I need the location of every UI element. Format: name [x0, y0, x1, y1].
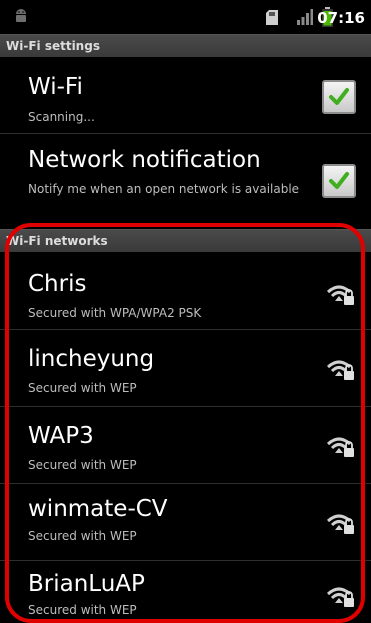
wifi-summary: Scanning...	[28, 110, 95, 124]
wifi-lock-icon	[326, 285, 354, 305]
network-item[interactable]: BrianLuAP Secured with WEP	[0, 561, 371, 616]
checkmark-icon	[329, 88, 349, 105]
network-ssid: BrianLuAP	[28, 571, 145, 597]
network-notification-title: Network notification	[28, 147, 261, 173]
section-header-wifi-networks: Wi-Fi networks	[0, 229, 371, 252]
network-security: Secured with WEP	[28, 458, 137, 472]
network-ssid: lincheyung	[28, 346, 155, 372]
network-notification-row[interactable]: Network notification Notify me when an o…	[0, 134, 371, 227]
network-item[interactable]: winmate-CV Secured with WEP	[0, 484, 371, 560]
network-security: Secured with WPA/WPA2 PSK	[28, 306, 202, 320]
network-security: Secured with WEP	[28, 381, 137, 395]
network-security: Secured with WEP	[28, 603, 137, 616]
wifi-lock-icon	[326, 360, 354, 380]
status-bar: 07:16	[0, 0, 371, 34]
wifi-lock-icon	[326, 514, 354, 534]
signal-icon	[297, 9, 313, 29]
network-notification-checkbox[interactable]	[322, 164, 356, 198]
network-ssid: WAP3	[28, 423, 94, 449]
network-notification-summary: Notify me when an open network is availa…	[28, 182, 300, 196]
network-item[interactable]: Chris Secured with WPA/WPA2 PSK	[0, 253, 371, 329]
network-ssid: winmate-CV	[28, 496, 168, 522]
wifi-lock-icon	[326, 437, 354, 457]
network-item[interactable]: WAP3 Secured with WEP	[0, 407, 371, 483]
wifi-lock-icon	[326, 587, 354, 607]
network-ssid: Chris	[28, 271, 87, 297]
network-security: Secured with WEP	[28, 529, 137, 543]
sd-card-icon	[266, 10, 278, 29]
android-icon	[14, 8, 28, 28]
checkmark-icon	[329, 172, 349, 189]
wifi-title: Wi-Fi	[28, 74, 83, 100]
network-item[interactable]: lincheyung Secured with WEP	[0, 330, 371, 406]
status-time: 07:16	[317, 9, 365, 27]
wifi-checkbox[interactable]	[322, 80, 356, 114]
section-header-wifi-settings: Wi-Fi settings	[0, 34, 371, 57]
wifi-toggle-row[interactable]: Wi-Fi Scanning...	[0, 57, 371, 133]
